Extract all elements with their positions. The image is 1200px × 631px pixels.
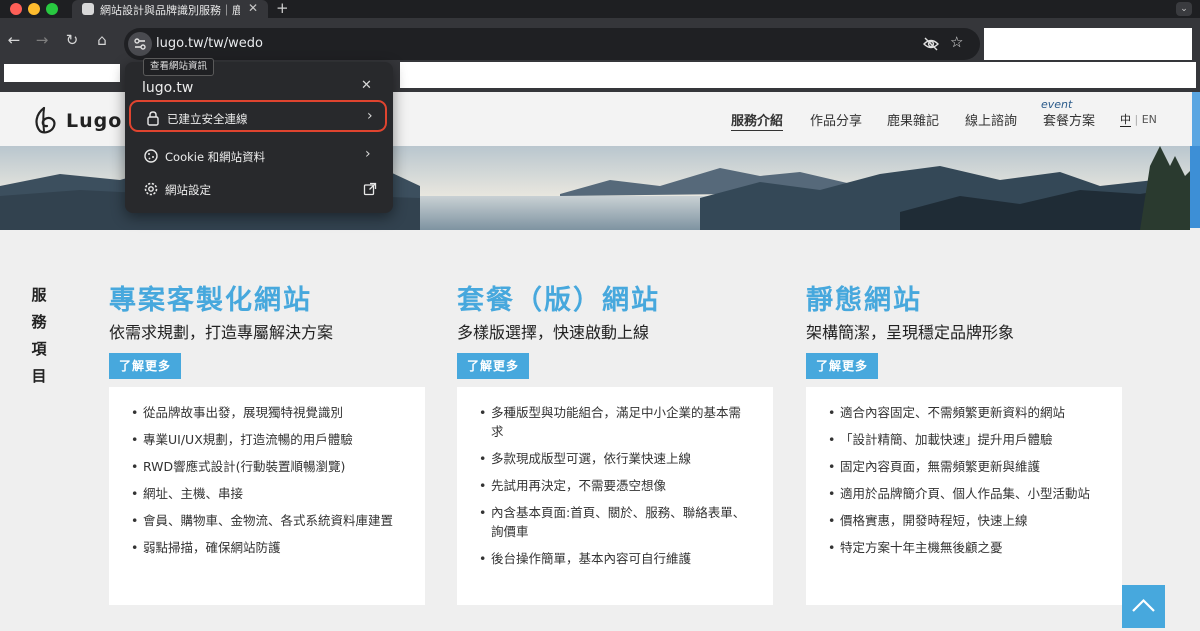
nav-works[interactable]: 作品分享	[810, 110, 862, 129]
reload-icon[interactable]: ↻	[62, 30, 82, 50]
new-tab-icon[interactable]: +	[276, 0, 289, 17]
service-feature-card: 從品牌故事出發，展現獨特視覺識別 專業UI/UX規劃，打造流暢的用戶體驗 RWD…	[109, 387, 425, 605]
service-feature-card: 適合內容固定、不需頻繁更新資料的網站 「設計精簡、加載快速」提升用戶體驗 固定內…	[806, 387, 1122, 605]
tune-icon	[134, 38, 146, 50]
service-subtitle: 多樣版選擇，快速啟動上線	[457, 323, 650, 342]
services-section: 服 務 項 目 專案客製化網站 依需求規劃，打造專屬解決方案 了解更多 從品牌故…	[0, 230, 1200, 631]
row-label: 網站設定	[165, 183, 211, 197]
nav-packages[interactable]: 套餐方案	[1043, 110, 1095, 129]
service-subtitle: 架構簡潔，呈現穩定品牌形象	[806, 323, 1015, 342]
bookmark-star-icon[interactable]: ☆	[950, 33, 963, 51]
list-item: 會員、購物車、金物流、各式系統資料庫建置	[131, 511, 405, 530]
gear-icon	[144, 182, 158, 196]
learn-more-button[interactable]: 了解更多	[457, 353, 530, 379]
lugo-logo-icon	[35, 106, 56, 134]
browser-toolbar: ← → ↻ ⌂ lugo.tw/tw/wedo ☆	[0, 18, 1200, 62]
tab-title: 網站設計與品牌識別服務｜鹿果	[100, 4, 240, 17]
list-item: 多種版型與功能組合，滿足中小企業的基本需求	[479, 403, 753, 441]
language-switch: 中 | EN	[1120, 111, 1157, 127]
site-info-button[interactable]	[128, 32, 152, 56]
tab-bar: 網站設計與品牌識別服務｜鹿果 ✕ + ⌄	[0, 0, 1200, 18]
vertical-title-char: 目	[31, 367, 47, 385]
secure-connection-row[interactable]: 已建立安全連線 ›	[129, 100, 387, 132]
lock-icon	[147, 111, 159, 126]
list-item: 固定內容頁面，無需頻繁更新與維護	[828, 457, 1102, 476]
list-item: 弱點掃描，確保網站防護	[131, 538, 405, 557]
list-item: 適用於品牌簡介頁、個人作品集、小型活動站	[828, 484, 1102, 503]
cookies-row[interactable]: Cookie 和網站資料 ›	[129, 140, 387, 172]
tab-search-icon[interactable]: ⌄	[1176, 2, 1192, 16]
nav-journal[interactable]: 鹿果雜記	[887, 110, 939, 129]
logo-text: Lugo	[66, 110, 123, 132]
service-feature-card: 多種版型與功能組合，滿足中小企業的基本需求 多款現成版型可選，依行業快速上線 先…	[457, 387, 773, 605]
lang-en[interactable]: EN	[1142, 113, 1157, 126]
nav-consult[interactable]: 線上諮詢	[965, 110, 1017, 129]
browser-tab[interactable]: 網站設計與品牌識別服務｜鹿果 ✕	[72, 0, 268, 18]
bookmark-item[interactable]	[4, 64, 120, 82]
back-arrow-icon[interactable]: ←	[4, 30, 24, 50]
list-item: 特定方案十年主機無後顧之憂	[828, 538, 1102, 557]
site-info-popup: lugo.tw ✕ 已建立安全連線 › Cookie 和網站資料 › 網站設定	[125, 62, 393, 213]
favicon-icon	[82, 3, 94, 15]
service-title: 靜態網站	[806, 285, 922, 316]
address-bar[interactable]: lugo.tw/tw/wedo ☆	[124, 28, 980, 60]
list-item: 從品牌故事出發，展現獨特視覺識別	[131, 403, 405, 422]
learn-more-button[interactable]: 了解更多	[109, 353, 182, 379]
scroll-to-top-button[interactable]	[1122, 585, 1165, 628]
list-item: RWD響應式設計(行動裝置順暢瀏覽)	[131, 457, 405, 476]
eye-slash-icon[interactable]	[922, 35, 940, 53]
external-link-icon	[363, 182, 377, 196]
close-icon[interactable]: ✕	[361, 78, 372, 93]
list-item: 網址、主機、串接	[131, 484, 405, 503]
lang-zh[interactable]: 中	[1120, 113, 1131, 127]
site-info-tooltip: 查看網站資訊	[143, 58, 215, 76]
forward-arrow-icon[interactable]: →	[32, 30, 52, 50]
row-label: Cookie 和網站資料	[165, 150, 266, 164]
vertical-title-char: 項	[31, 340, 47, 358]
row-label: 已建立安全連線	[167, 112, 248, 126]
tab-close-icon[interactable]: ✕	[248, 1, 258, 15]
vertical-title-char: 務	[31, 313, 47, 331]
window-zoom-button[interactable]	[46, 3, 58, 15]
extension-area	[984, 28, 1192, 60]
window-minimize-button[interactable]	[28, 3, 40, 15]
service-column-template: 套餐（版）網站 多樣版選擇，快速啟動上線 了解更多 多種版型與功能組合，滿足中小…	[457, 278, 773, 605]
chevron-right-icon: ›	[365, 146, 371, 162]
list-item: 適合內容固定、不需頻繁更新資料的網站	[828, 403, 1102, 422]
list-item: 「設計精簡、加載快速」提升用戶體驗	[828, 430, 1102, 449]
chevron-right-icon: ›	[367, 108, 373, 124]
cookie-icon	[144, 149, 158, 163]
nav-services[interactable]: 服務介紹	[731, 110, 784, 131]
service-column-custom: 專案客製化網站 依需求規劃，打造專屬解決方案 了解更多 從品牌故事出發，展現獨特…	[109, 278, 425, 605]
page-scrollbar-thumb[interactable]	[1192, 92, 1200, 146]
lang-separator: |	[1134, 113, 1139, 126]
list-item: 專業UI/UX規劃，打造流暢的用戶體驗	[131, 430, 405, 449]
list-item: 價格實惠，開發時程短，快速上線	[828, 511, 1102, 530]
url-text: lugo.tw/tw/wedo	[156, 36, 264, 51]
list-item: 後台操作簡單，基本內容可自行維護	[479, 549, 753, 568]
page-scrollbar-track[interactable]	[1190, 146, 1200, 228]
list-item: 內含基本頁面:首頁、關於、服務、聯絡表單、詢價車	[479, 503, 753, 541]
bookmark-area	[400, 62, 1196, 88]
window-close-button[interactable]	[10, 3, 22, 15]
service-title: 專案客製化網站	[109, 285, 312, 316]
home-icon[interactable]: ⌂	[92, 30, 112, 50]
popup-host: lugo.tw	[142, 80, 194, 96]
section-vertical-title: 服 務 項 目	[30, 282, 48, 390]
vertical-title-char: 服	[31, 286, 47, 304]
service-subtitle: 依需求規劃，打造專屬解決方案	[109, 323, 334, 342]
list-item: 先試用再決定，不需要憑空想像	[479, 476, 753, 495]
site-settings-row[interactable]: 網站設定	[129, 173, 387, 205]
list-item: 多款現成版型可選，依行業快速上線	[479, 449, 753, 468]
service-column-static: 靜態網站 架構簡潔，呈現穩定品牌形象 了解更多 適合內容固定、不需頻繁更新資料的…	[806, 278, 1122, 605]
service-title: 套餐（版）網站	[457, 285, 660, 316]
learn-more-button[interactable]: 了解更多	[806, 353, 879, 379]
chevron-up-icon	[1132, 598, 1155, 612]
